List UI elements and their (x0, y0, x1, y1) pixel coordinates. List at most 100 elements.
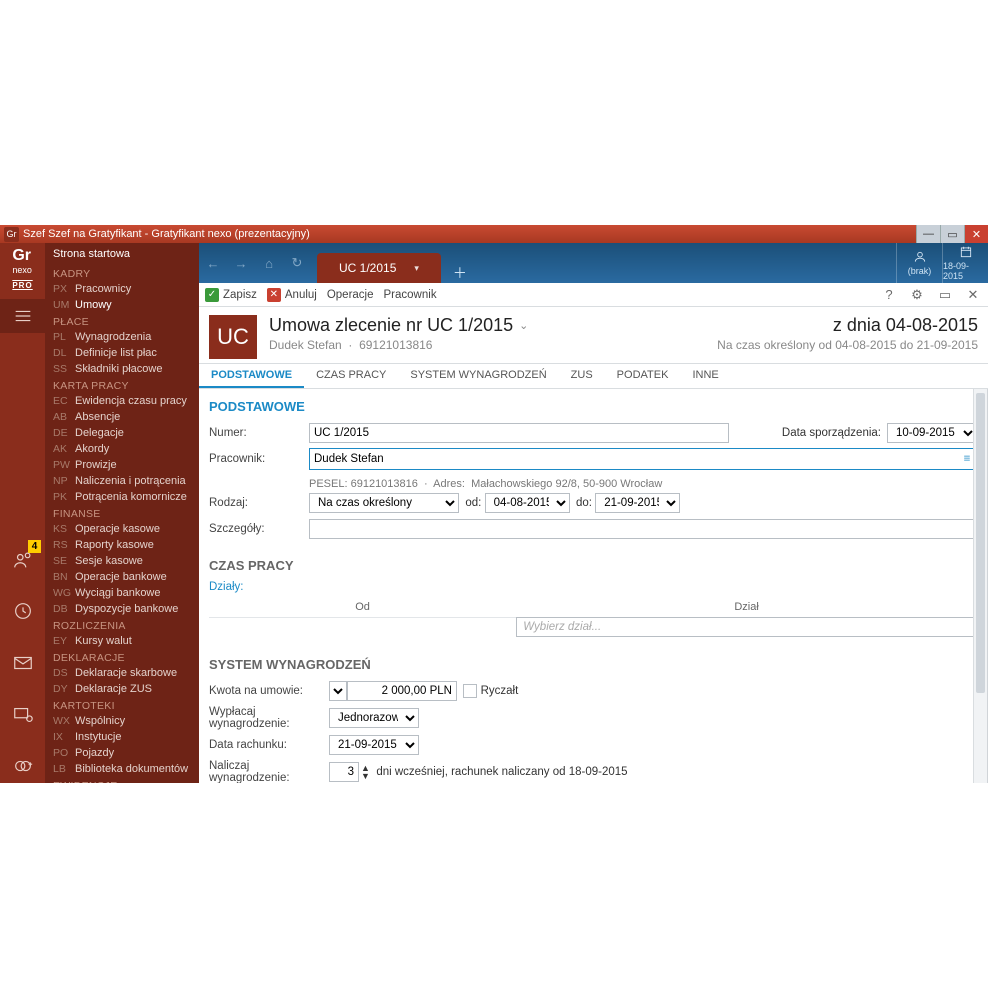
tab-czas-pracy[interactable]: CZAS PRACY (304, 364, 398, 388)
gear-icon[interactable]: ⚙ (908, 287, 926, 303)
tab-inne[interactable]: INNE (680, 364, 730, 388)
brand: Gr nexo PRO (12, 243, 32, 293)
kwota-dropdown[interactable] (329, 681, 347, 701)
nav-back-icon[interactable]: ← (199, 243, 227, 283)
sidebar-item[interactable]: WGWyciągi bankowe (45, 585, 199, 601)
sidebar-group: PŁACE (45, 313, 199, 329)
input-kwota[interactable] (347, 681, 457, 701)
operations-menu[interactable]: Operacje (327, 289, 374, 301)
input-pracownik[interactable]: ≡ (309, 448, 977, 470)
main-panel: ← → ⌂ ↻ UC 1/2015 ▾ ＋ (brak) (199, 243, 988, 783)
window-titlebar: Gr Szef Szef na Gratyfikant - Gratyfikan… (0, 225, 988, 243)
sidebar-item[interactable]: RSRaporty kasowe (45, 537, 199, 553)
label-dzialy: Działy: (209, 581, 977, 593)
document-tab[interactable]: UC 1/2015 ▾ (317, 253, 441, 283)
cancel-button[interactable]: ✕ Anuluj (267, 288, 317, 302)
sidebar-item[interactable]: SSSkładniki płacowe (45, 361, 199, 377)
home-icon[interactable]: ⌂ (255, 243, 283, 283)
window-title: Szef Szef na Gratyfikant - Gratyfikant n… (23, 228, 916, 240)
input-numer[interactable] (309, 423, 729, 443)
mail-icon[interactable] (0, 646, 45, 680)
sidebar-item[interactable]: DBDyspozycje bankowe (45, 601, 199, 617)
sidebar-item[interactable]: PKPotrącenia komornicze (45, 489, 199, 505)
sidebar-start[interactable]: Strona startowa (45, 243, 199, 265)
sidebar-item[interactable]: UMUmowy (45, 297, 199, 313)
select-wyplacaj[interactable]: Jednorazowo (329, 708, 419, 728)
x-icon: ✕ (267, 288, 281, 302)
sidebar-item[interactable]: POPojazdy (45, 745, 199, 761)
sidebar-group: ROZLICZENIA (45, 617, 199, 633)
sidebar-item[interactable]: BNOperacje bankowe (45, 569, 199, 585)
nav-rail: Gr nexo PRO (0, 243, 45, 783)
select-od[interactable]: 04-08-2015 (485, 493, 570, 513)
label-kwota: Kwota na umowie: (209, 685, 329, 697)
document-header: UC Umowa zlecenie nr UC 1/2015 ⌄ Dudek S… (199, 307, 988, 363)
section-tabs: PODSTAWOWE CZAS PRACY SYSTEM WYNAGRODZEŃ… (199, 363, 988, 389)
sidebar-group: DEKLARACJE (45, 649, 199, 665)
input-naliczaj-dni[interactable] (329, 762, 359, 782)
sidebar-item[interactable]: EYKursy walut (45, 633, 199, 649)
label-od: od: (465, 497, 481, 509)
pick-dzial[interactable]: Wybierz dział... (516, 617, 977, 637)
sidebar-item[interactable]: PLWynagrodzenia (45, 329, 199, 345)
sidebar-item[interactable]: IXInstytucje (45, 729, 199, 745)
hamburger-icon[interactable] (0, 299, 45, 333)
label-data-sporzadzenia: Data sporządzenia: (782, 427, 881, 439)
sidebar-item[interactable]: DLDefinicje list płac (45, 345, 199, 361)
doc-period: Na czas określony od 04-08-2015 do 21-09… (717, 338, 978, 352)
sidebar-group: FINANSE (45, 505, 199, 521)
section-wynagrodzen: SYSTEM WYNAGRODZEŃ (209, 657, 977, 672)
sidebar-item[interactable]: LBBiblioteka dokumentów (45, 761, 199, 777)
spinner-down-icon[interactable]: ▼ (361, 772, 370, 780)
date-capsule[interactable]: 18-09-2015 (942, 243, 988, 283)
tab-wynagrodzen[interactable]: SYSTEM WYNAGRODZEŃ (398, 364, 558, 388)
window-icon[interactable]: ▭ (936, 287, 954, 303)
select-data-sporzadzenia[interactable]: 10-09-2015 (887, 423, 977, 443)
add-tab-button[interactable]: ＋ (447, 263, 473, 283)
sidebar-item[interactable]: ABAbsencje (45, 409, 199, 425)
sidebar-item[interactable]: KSOperacje kasowe (45, 521, 199, 537)
doc-title[interactable]: Umowa zlecenie nr UC 1/2015 ⌄ (269, 315, 705, 336)
nav-fwd-icon[interactable]: → (227, 243, 255, 283)
refresh-icon[interactable]: ↻ (283, 243, 311, 283)
label-rodzaj: Rodzaj: (209, 497, 309, 509)
sidebar-item[interactable]: PWProwizje (45, 457, 199, 473)
sidebar-item[interactable]: DSDeklaracje skarbowe (45, 665, 199, 681)
users-icon[interactable] (0, 543, 45, 577)
save-button[interactable]: ✓ Zapisz (205, 288, 257, 302)
sidebar-item[interactable]: WXWspólnicy (45, 713, 199, 729)
tab-podstawowe[interactable]: PODSTAWOWE (199, 364, 304, 388)
tab-podatek[interactable]: PODATEK (605, 364, 681, 388)
sidebar-item[interactable]: ECEwidencja czasu pracy (45, 393, 199, 409)
close-panel-icon[interactable]: ✕ (964, 287, 982, 303)
maximize-button[interactable]: ▭ (940, 225, 964, 243)
label-wyplacaj: Wypłacaj wynagrodzenie: (209, 706, 329, 730)
sidebar-item[interactable]: AKAkordy (45, 441, 199, 457)
topbar: ← → ⌂ ↻ UC 1/2015 ▾ ＋ (brak) (199, 243, 988, 283)
input-szczegoly[interactable] (309, 519, 977, 539)
worker-menu[interactable]: Pracownik (384, 289, 437, 301)
checkbox-ryczalt[interactable] (463, 684, 477, 698)
scrollbar[interactable] (973, 389, 987, 783)
certificate-icon[interactable] (0, 698, 45, 732)
select-rodzaj[interactable]: Na czas określony (309, 493, 459, 513)
help-icon[interactable]: ? (880, 287, 898, 302)
sidebar-item[interactable]: NPNaliczenia i potrącenia (45, 473, 199, 489)
select-data-rachunku[interactable]: 21-09-2015 (329, 735, 419, 755)
add-circle-icon[interactable] (0, 749, 45, 783)
sidebar-item[interactable]: PXPracownicy (45, 281, 199, 297)
sidebar-group: EWIDENCJE DODATKOWE (45, 777, 199, 783)
pesel-adres-line: PESEL: 69121013816 · Adres: Małachowskie… (209, 474, 977, 492)
tab-zus[interactable]: ZUS (559, 364, 605, 388)
label-do: do: (576, 497, 592, 509)
sidebar-item[interactable]: SESesje kasowe (45, 553, 199, 569)
select-do[interactable]: 21-09-2015 (595, 493, 680, 513)
clock-icon[interactable] (0, 594, 45, 628)
sidebar-item[interactable]: DYDeklaracje ZUS (45, 681, 199, 697)
close-button[interactable]: ✕ (964, 225, 988, 243)
minimize-button[interactable]: — (916, 225, 940, 243)
user-capsule[interactable]: (brak) (896, 243, 942, 283)
sidebar-item[interactable]: DEDelegacje (45, 425, 199, 441)
chevron-down-icon: ▾ (414, 263, 419, 274)
check-icon: ✓ (205, 288, 219, 302)
